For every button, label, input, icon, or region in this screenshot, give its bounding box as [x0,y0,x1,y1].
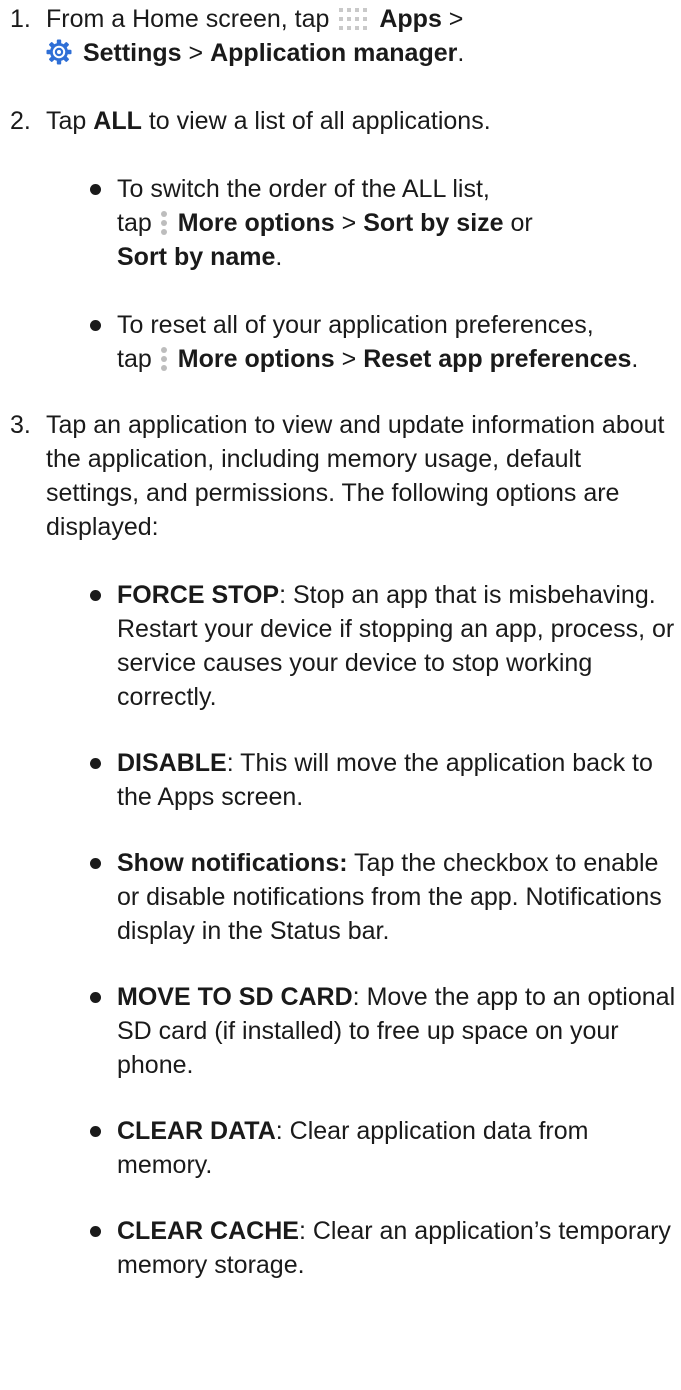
step-2: 2. Tap ALL to view a list of all applica… [0,104,681,140]
list-item-text: CLEAR DATA: Clear application data from … [117,1114,679,1182]
list-item-text: DISABLE: This will move the application … [117,746,679,814]
list-item: DISABLE: This will move the application … [0,746,681,816]
list-item: To reset all of your application prefere… [0,308,681,378]
apps-grid-icon [339,8,368,30]
all-label: ALL [93,107,142,135]
application-manager-label: Application manager [210,39,458,67]
more-options-label: More options [177,209,335,237]
settings-gear-icon [46,39,72,65]
step-number: 2. [10,107,31,135]
bullet-icon [90,184,101,195]
bullet-icon [90,590,101,601]
list-item: CLEAR DATA: Clear application data from … [0,1114,681,1184]
bullet-icon [90,858,101,869]
reset-app-preferences-label: Reset app preferences [363,345,632,373]
step-text: From a Home screen, tap Apps > Settings … [46,5,465,67]
option-term: FORCE STOP [117,581,280,609]
bullet-icon [90,992,101,1003]
bullet-icon [90,320,101,331]
more-options-label: More options [177,345,335,373]
list-item-text: FORCE STOP: Stop an app that is misbehav… [117,578,679,714]
step-1: 1. From a Home screen, tap Apps > Settin… [0,2,681,74]
list-item [0,1216,681,1286]
step-number: 1. [10,5,31,33]
list-item-text: MOVE TO SD CARD: Move the app to an opti… [117,980,679,1082]
list-item-text: To switch the order of the ALL list, tap… [117,175,533,271]
more-options-icon [160,347,167,371]
option-term: DISABLE [117,749,227,777]
bullet-icon [90,1126,101,1137]
settings-label: Settings [82,39,182,67]
step-3: 3. Tap an application to view and update… [0,408,681,548]
list-item-text: To reset all of your application prefere… [117,311,639,373]
apps-label: Apps [379,5,442,33]
step-number: 3. [10,411,31,439]
more-options-icon [160,211,167,235]
step-text: Tap ALL to view a list of all applicatio… [46,107,491,135]
list-item: Show notifications: Tap the checkbox to … [0,846,681,950]
step-text: Tap an application to view and update in… [46,411,665,541]
list-item: To switch the order of the ALL list, tap… [0,172,681,276]
list-item: MOVE TO SD CARD: Move the app to an opti… [0,980,681,1084]
bullet-icon [90,758,101,769]
list-item-text: Show notifications: Tap the checkbox to … [117,846,679,948]
sort-by-size-label: Sort by size [363,209,504,237]
option-term: MOVE TO SD CARD [117,983,353,1011]
sort-by-name-label: Sort by name [117,243,276,271]
list-item: FORCE STOP: Stop an app that is misbehav… [0,578,681,718]
option-term: Show notifications: [117,849,348,877]
option-term: CLEAR DATA [117,1117,276,1145]
